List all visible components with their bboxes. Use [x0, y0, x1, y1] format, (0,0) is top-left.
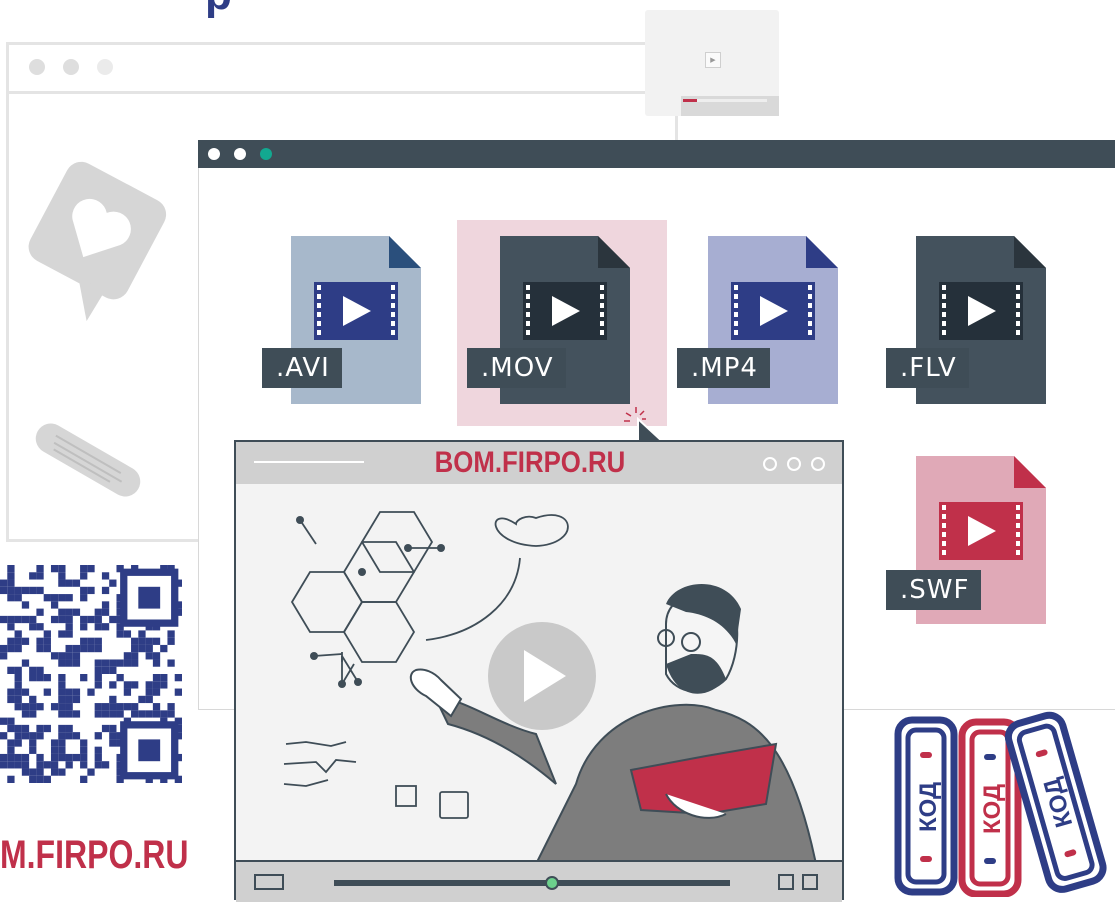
- window-dot: [63, 59, 79, 75]
- window-dot: [208, 148, 220, 160]
- window-mode-icon[interactable]: [778, 874, 794, 890]
- play-icon: ▶: [705, 52, 721, 68]
- book-spine: КОД: [894, 716, 958, 896]
- books-illustration: КОД КОД КОД: [894, 711, 1107, 897]
- progress-track[interactable]: [334, 880, 730, 886]
- file-extension-label: .FLV: [886, 348, 969, 388]
- window-dot: [234, 148, 246, 160]
- screen-icon[interactable]: [254, 874, 284, 890]
- window-dot: [29, 59, 45, 75]
- progress-handle[interactable]: [545, 876, 559, 890]
- header-line: [254, 461, 364, 463]
- main-window-titlebar: [198, 140, 1115, 168]
- file-extension-label: .AVI: [262, 348, 342, 388]
- bandage-icon: [35, 423, 141, 497]
- lecture-scene: [283, 511, 817, 860]
- file-extension-label: .SWF: [886, 570, 982, 610]
- file-extension-label: .MOV: [467, 348, 566, 388]
- svg-text:КОД: КОД: [979, 784, 1006, 834]
- window-dot: [260, 148, 272, 160]
- file-extension-label: .MP4: [677, 348, 770, 388]
- bottom-url: M.FIRPO.RU: [0, 833, 189, 877]
- background-window-titlebar: [9, 45, 675, 94]
- window-dot: [97, 59, 113, 75]
- video-player-controls: [236, 860, 842, 902]
- window-controls-icon[interactable]: [762, 454, 832, 474]
- svg-text:КОД: КОД: [915, 782, 942, 832]
- top-heading-fragment: p: [205, 0, 232, 20]
- mini-progress-fill: [683, 99, 697, 102]
- player-url: BOM.FIRPO.RU: [434, 446, 626, 479]
- fullscreen-icon[interactable]: [802, 874, 818, 890]
- qr-code: [0, 565, 182, 783]
